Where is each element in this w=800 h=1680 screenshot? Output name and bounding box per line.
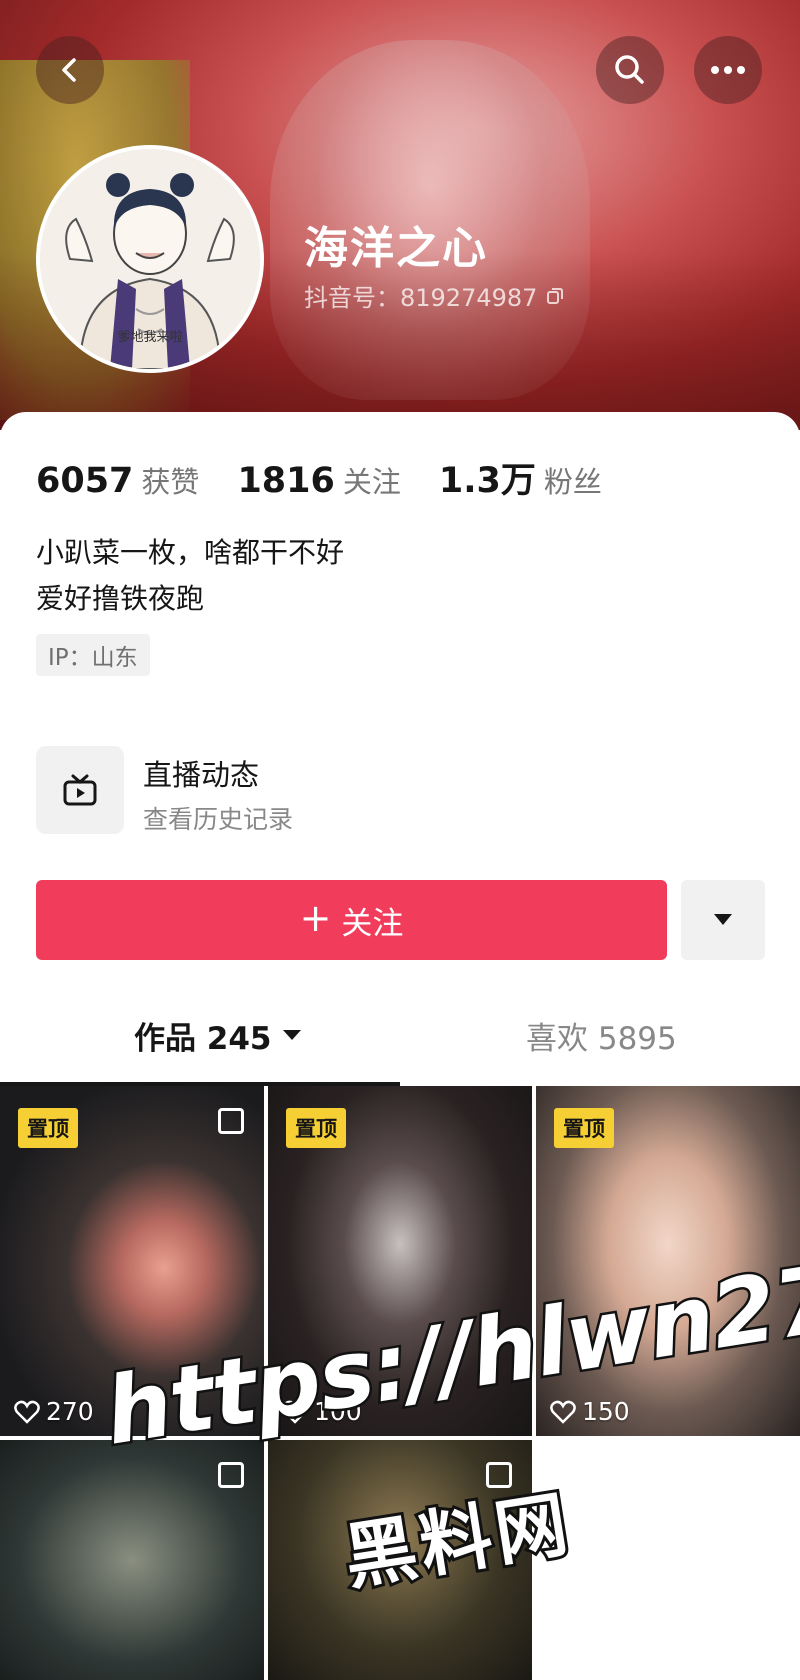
more-button[interactable] [694, 36, 762, 104]
stat-likes-value: 6057 [36, 461, 134, 501]
plus-icon: + [299, 896, 332, 940]
chevron-left-icon [62, 58, 76, 82]
bio-line-1: 小趴菜一枚，啥都干不好 [36, 536, 345, 569]
pinned-badge: 置顶 [286, 1108, 346, 1148]
stat-likes-label: 获赞 [141, 465, 200, 499]
copy-icon[interactable] [545, 286, 565, 306]
avatar-caption: 爹地我来啦 [117, 330, 183, 345]
multi-select-icon [218, 1108, 244, 1134]
multi-select-icon [218, 1462, 244, 1488]
pinned-badge: 置顶 [18, 1108, 78, 1148]
search-button[interactable] [596, 36, 664, 104]
profile-bio: 小趴菜一枚，啥都干不好 爱好撸铁夜跑 [36, 530, 344, 622]
profile-card: 6057 获赞 1816 关注 1.3万 粉丝 小趴菜一枚，啥都干不好 爱好撸铁… [0, 412, 800, 1680]
stat-following-label: 关注 [342, 465, 401, 499]
caret-down-icon [714, 914, 732, 925]
tab-likes[interactable]: 喜欢 5895 [526, 1010, 677, 1060]
avatar[interactable]: 爹地我来啦 [36, 145, 264, 373]
video-likes-count: 150 [582, 1397, 630, 1426]
profile-name: 海洋之心 [304, 223, 488, 274]
stat-followers-value: 1.3万 [438, 461, 536, 501]
caret-down-icon [282, 1030, 301, 1040]
tv-icon [63, 774, 97, 806]
profile-handle: 抖音号：819274987 [304, 278, 565, 313]
pinned-badge: 置顶 [554, 1108, 614, 1148]
stat-followers[interactable]: 1.3万 粉丝 [439, 452, 602, 503]
live-subtitle: 查看历史记录 [143, 805, 294, 834]
profile-stats: 6057 获赞 1816 关注 1.3万 粉丝 [36, 452, 640, 503]
follow-button[interactable]: + 关注 [36, 880, 667, 960]
live-history-button[interactable] [36, 746, 124, 834]
stat-following[interactable]: 1816 关注 [237, 459, 400, 501]
video-likes-count: 270 [46, 1397, 94, 1426]
search-icon [615, 55, 644, 84]
handle-text: 抖音号：819274987 [304, 284, 538, 312]
tab-works[interactable]: 作品 245 [134, 1010, 302, 1060]
back-button[interactable] [36, 36, 104, 104]
heart-icon [550, 1400, 576, 1424]
follow-options-button[interactable] [681, 880, 765, 960]
video-likes: 270 [14, 1397, 94, 1426]
profile-header: 爹地我来啦 海洋之心 抖音号：819274987 [0, 0, 800, 430]
stat-following-value: 1816 [237, 461, 335, 501]
live-title[interactable]: 直播动态 [143, 752, 259, 794]
heart-icon [14, 1400, 40, 1424]
ip-location-badge: IP：山东 [36, 634, 150, 676]
stat-likes[interactable]: 6057 获赞 [36, 459, 199, 501]
stat-followers-label: 粉丝 [543, 465, 602, 499]
video-tile[interactable] [0, 1440, 264, 1680]
more-dots-icon [711, 66, 745, 74]
follow-label: 关注 [341, 905, 404, 942]
bio-line-2: 爱好撸铁夜跑 [36, 582, 205, 615]
video-likes: 150 [550, 1397, 630, 1426]
tab-works-label: 作品 245 [134, 1020, 272, 1057]
